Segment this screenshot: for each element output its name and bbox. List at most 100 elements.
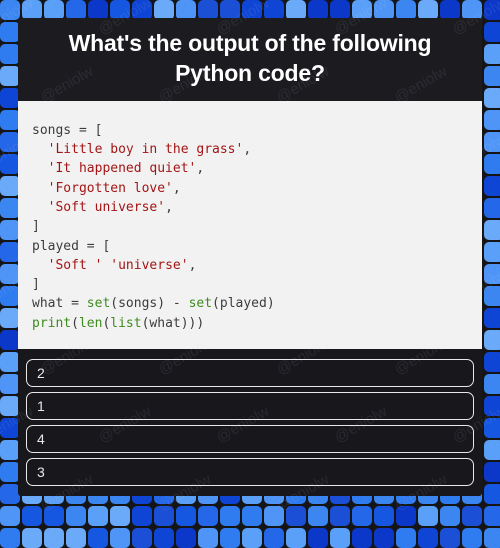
background-tile xyxy=(484,176,500,196)
background-tile xyxy=(462,506,482,526)
background-tile xyxy=(0,396,20,416)
background-tile xyxy=(484,154,500,174)
background-tile xyxy=(0,110,20,130)
background-tile xyxy=(154,0,174,20)
code-panel: songs = [ 'Little boy in the grass', 'It… xyxy=(18,100,482,349)
background-tile xyxy=(484,132,500,152)
background-tile xyxy=(132,0,152,20)
background-tile xyxy=(220,0,240,20)
background-tile xyxy=(0,44,20,64)
background-tile xyxy=(484,440,500,460)
code-string-token: 'Forgotten love' xyxy=(47,180,173,196)
background-tile xyxy=(110,0,130,20)
background-tile xyxy=(484,528,500,548)
python-code-block: songs = [ 'Little boy in the grass', 'It… xyxy=(18,121,482,333)
background-tile xyxy=(88,528,108,548)
background-tile xyxy=(0,484,20,504)
background-tile xyxy=(66,506,86,526)
background-tile xyxy=(0,22,20,42)
background-tile xyxy=(132,506,152,526)
background-tile xyxy=(462,528,482,548)
background-tile xyxy=(484,198,500,218)
background-tile xyxy=(0,154,20,174)
answer-option-label: 4 xyxy=(37,430,45,447)
background-tile xyxy=(0,242,20,262)
background-tile xyxy=(308,506,328,526)
background-tile xyxy=(22,528,42,548)
background-tile xyxy=(0,264,20,284)
background-tile xyxy=(440,528,460,548)
background-tile xyxy=(264,0,284,20)
background-tile xyxy=(374,0,394,20)
background-tile xyxy=(330,0,350,20)
background-tile xyxy=(220,528,240,548)
answer-option-2[interactable]: 1 xyxy=(26,391,474,420)
background-tile xyxy=(0,308,20,328)
background-tile xyxy=(198,528,218,548)
code-plain-token: (songs) - xyxy=(110,296,189,312)
background-tile xyxy=(66,0,86,20)
background-tile xyxy=(484,0,500,20)
answer-option-4[interactable]: 3 xyxy=(26,457,474,486)
background-tile xyxy=(484,110,500,130)
background-tile xyxy=(352,0,372,20)
background-tile xyxy=(220,506,240,526)
background-tile xyxy=(0,374,20,394)
background-tile xyxy=(484,396,500,416)
background-tile xyxy=(0,0,20,20)
background-tile xyxy=(44,528,64,548)
answer-option-1[interactable]: 2 xyxy=(26,358,474,387)
background-tile xyxy=(352,506,372,526)
background-tile xyxy=(44,506,64,526)
background-tile xyxy=(132,528,152,548)
background-tile xyxy=(176,0,196,20)
background-tile xyxy=(374,506,394,526)
code-string-token: 'Soft universe' xyxy=(47,199,166,215)
background-tile xyxy=(396,506,416,526)
background-tile xyxy=(484,264,500,284)
background-tile xyxy=(0,176,20,196)
code-builtin-token: len xyxy=(78,315,103,331)
background-tile xyxy=(440,506,460,526)
background-tile xyxy=(242,506,262,526)
background-tile xyxy=(484,66,500,86)
background-tile xyxy=(396,0,416,20)
code-plain-token: , xyxy=(243,142,252,158)
background-tile xyxy=(66,528,86,548)
background-tile xyxy=(264,506,284,526)
background-tile xyxy=(352,528,372,548)
answer-option-label: 1 xyxy=(37,397,45,414)
code-builtin-token: set xyxy=(188,296,213,312)
background-tile xyxy=(154,506,174,526)
code-plain-token: , xyxy=(188,257,197,273)
background-tile xyxy=(0,88,20,108)
background-tile xyxy=(0,528,20,548)
background-tile xyxy=(176,528,196,548)
background-tile xyxy=(308,528,328,548)
background-tile xyxy=(22,0,42,20)
answer-option-3[interactable]: 4 xyxy=(26,424,474,453)
page-title: What's the output of the following Pytho… xyxy=(68,30,432,87)
code-string-token: 'Soft ' xyxy=(47,257,103,273)
code-plain-token: , xyxy=(196,161,205,177)
background-tile xyxy=(0,418,20,438)
background-tile xyxy=(242,528,262,548)
background-tile xyxy=(484,418,500,438)
question-header: What's the output of the following Pytho… xyxy=(18,18,482,101)
background-tile xyxy=(0,286,20,306)
background-tile xyxy=(0,198,20,218)
background-tile xyxy=(242,0,262,20)
background-tile xyxy=(484,44,500,64)
background-tile xyxy=(462,0,482,20)
background-tile xyxy=(0,66,20,86)
background-tile xyxy=(0,330,20,350)
background-tile xyxy=(22,506,42,526)
background-tile xyxy=(0,132,20,152)
code-plain-token: ] xyxy=(32,219,40,235)
background-tile xyxy=(154,528,174,548)
background-tile xyxy=(198,0,218,20)
background-tile xyxy=(484,506,500,526)
question-card: What's the output of the following Pytho… xyxy=(18,18,482,496)
code-string-token: 'universe' xyxy=(110,257,189,273)
code-builtin-token: set xyxy=(86,296,111,312)
